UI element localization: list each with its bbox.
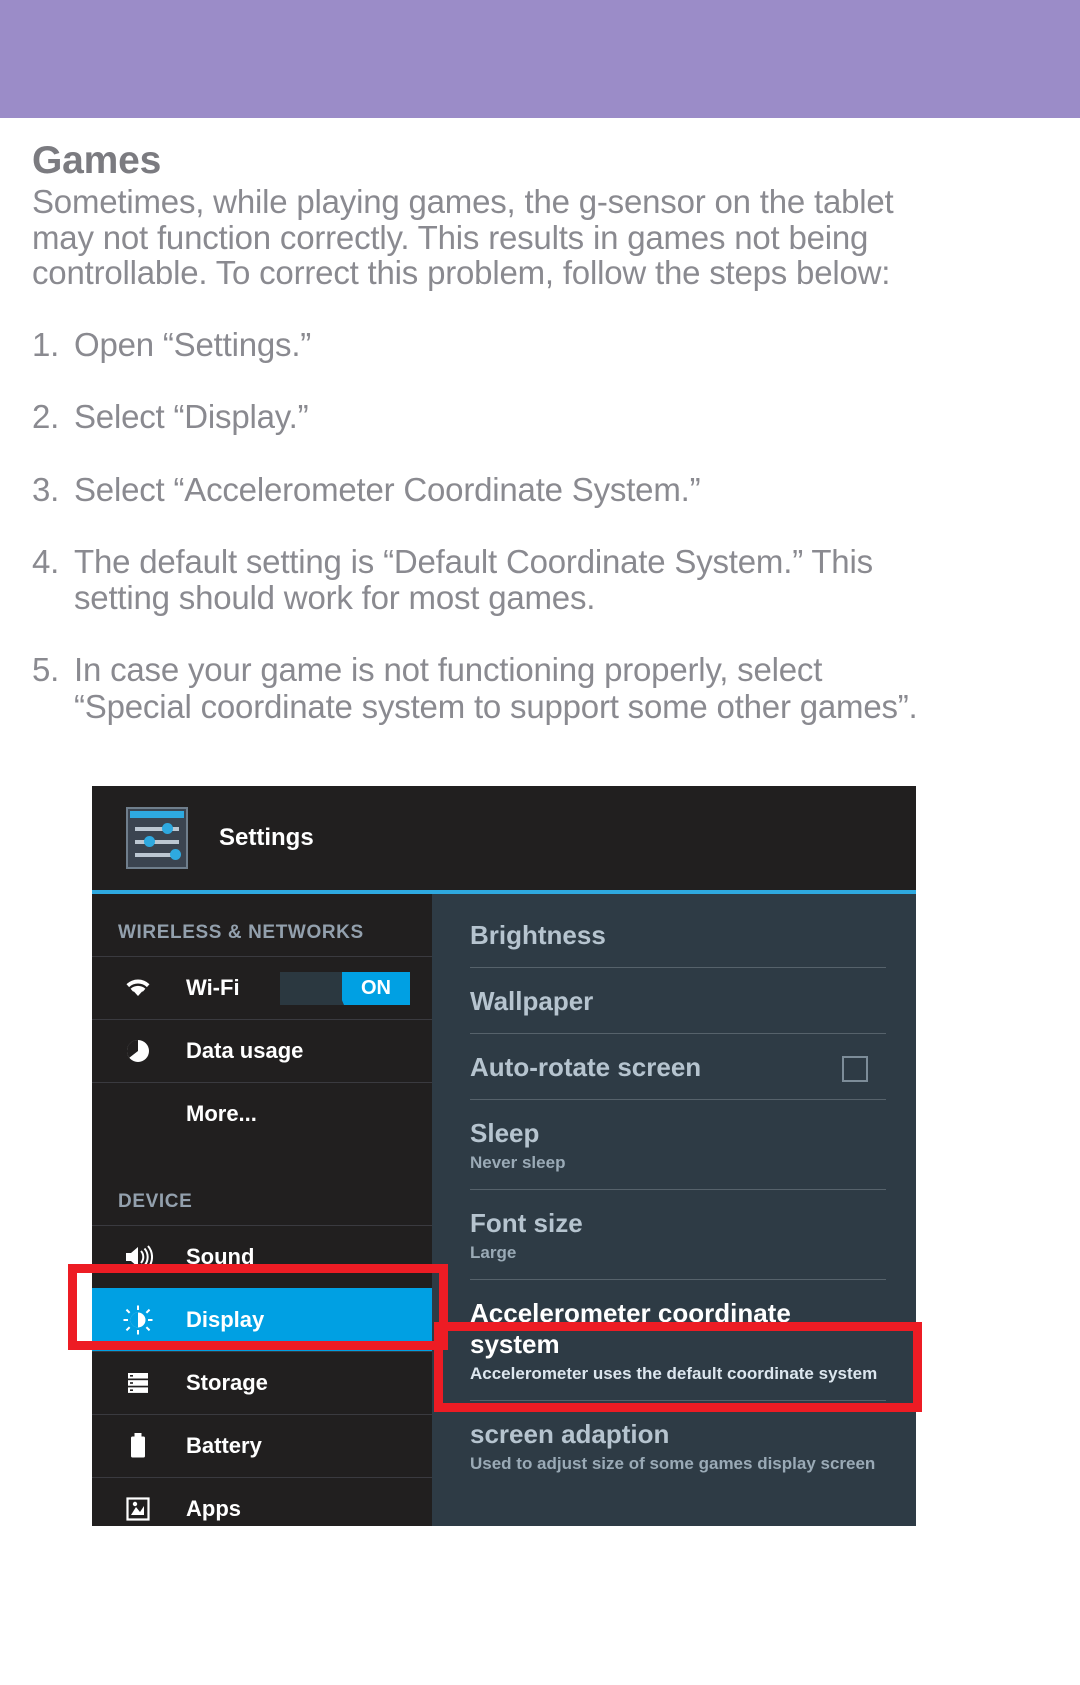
step-line: Select “Display.” bbox=[74, 398, 309, 436]
sidebar-item-label: Apps bbox=[186, 1496, 241, 1521]
storage-icon bbox=[118, 1370, 158, 1396]
setting-title: Accelerometer coordinate system bbox=[470, 1298, 791, 1359]
intro-line: may not function correctly. This results… bbox=[32, 218, 869, 256]
battery-icon bbox=[118, 1432, 158, 1460]
setting-subtitle: Large bbox=[470, 1243, 517, 1262]
sidebar-group-label-wireless: WIRELESS & NETWORKS bbox=[118, 922, 364, 943]
setting-title: Auto-rotate screen bbox=[470, 1052, 702, 1082]
sidebar-group-label-device: DEVICE bbox=[118, 1191, 193, 1212]
list-item: 5. In case your game is not functioning … bbox=[32, 652, 1040, 725]
setting-subtitle: Accelerometer uses the default coordinat… bbox=[470, 1364, 878, 1383]
setting-title: Sleep bbox=[470, 1118, 540, 1148]
list-item: 2. Select “Display.” bbox=[32, 398, 1040, 436]
list-item: 4. The default setting is “Default Coord… bbox=[32, 542, 1040, 617]
step-text: In case your game is not functioning pro… bbox=[74, 652, 1040, 725]
speaker-icon bbox=[118, 1244, 158, 1270]
apps-icon bbox=[118, 1496, 158, 1522]
setting-row-auto-rotate-screen[interactable]: Auto-rotate screen bbox=[470, 1033, 886, 1099]
top-color-band bbox=[0, 0, 1080, 118]
setting-row-sleep[interactable]: Sleep Never sleep bbox=[470, 1099, 886, 1189]
step-line: The default setting is “Default Coordina… bbox=[74, 542, 873, 580]
step-number: 4. bbox=[32, 542, 60, 580]
setting-title: screen adaption bbox=[470, 1419, 670, 1449]
sidebar-item-label: Sound bbox=[186, 1244, 255, 1269]
step-number: 2. bbox=[32, 398, 60, 436]
intro-line: controllable. To correct this problem, f… bbox=[32, 254, 891, 292]
step-text: The default setting is “Default Coordina… bbox=[74, 542, 1040, 617]
sidebar-item-battery[interactable]: Battery bbox=[92, 1414, 432, 1477]
step-line: “Special coordinate system to support so… bbox=[74, 687, 918, 725]
setting-subtitle: Used to adjust size of some games displa… bbox=[470, 1454, 876, 1473]
setting-subtitle: Never sleep bbox=[470, 1153, 566, 1172]
list-item: 3. Select “Accelerometer Coordinate Syst… bbox=[32, 470, 1040, 508]
sidebar-item-label: Data usage bbox=[186, 1038, 304, 1063]
data-usage-icon bbox=[118, 1038, 158, 1064]
step-text: Select “Display.” bbox=[74, 398, 1040, 436]
list-item: 1. Open “Settings.” bbox=[32, 325, 1040, 363]
setting-title: Wallpaper bbox=[470, 986, 594, 1016]
step-number: 3. bbox=[32, 470, 60, 508]
setting-row-brightness[interactable]: Brightness bbox=[470, 894, 886, 967]
step-line: In case your game is not functioning pro… bbox=[74, 651, 823, 689]
sidebar-item-apps[interactable]: Apps bbox=[92, 1477, 432, 1526]
wifi-icon bbox=[118, 976, 158, 1000]
step-line: Select “Accelerometer Coordinate System.… bbox=[74, 470, 701, 508]
step-line: setting should work for most games. bbox=[74, 579, 596, 617]
app-title: Settings bbox=[219, 824, 314, 851]
setting-row-screen-adaption[interactable]: screen adaption Used to adjust size of s… bbox=[470, 1400, 886, 1490]
wifi-toggle[interactable]: ON bbox=[280, 971, 410, 1005]
page-title: Games bbox=[32, 139, 162, 182]
setting-row-font-size[interactable]: Font size Large bbox=[470, 1189, 886, 1279]
sidebar-item-storage[interactable]: Storage bbox=[92, 1351, 432, 1414]
sidebar-item-display[interactable]: Display bbox=[92, 1288, 432, 1351]
setting-row-wallpaper[interactable]: Wallpaper bbox=[470, 967, 886, 1033]
sidebar-item-label: Battery bbox=[186, 1433, 262, 1458]
brightness-icon bbox=[118, 1305, 158, 1335]
sidebar-item-wifi[interactable]: Wi-Fi ON bbox=[92, 956, 432, 1019]
android-settings-screenshot: Settings WIRELESS & NETWORKS Wi-Fi ON Da… bbox=[92, 786, 916, 1526]
settings-sliders-icon bbox=[126, 807, 188, 869]
settings-sidebar: WIRELESS & NETWORKS Wi-Fi ON Data usage … bbox=[92, 894, 432, 1526]
display-settings-pane: Brightness Wallpaper Auto-rotate screen … bbox=[432, 894, 916, 1526]
intro-paragraph: Sometimes, while playing games, the g-se… bbox=[32, 184, 1040, 291]
intro-line: Sometimes, while playing games, the g-se… bbox=[32, 183, 894, 221]
auto-rotate-checkbox[interactable] bbox=[842, 1056, 868, 1082]
sidebar-item-label: Display bbox=[186, 1307, 265, 1332]
step-line: Open “Settings.” bbox=[74, 325, 312, 363]
sidebar-item-label: More... bbox=[186, 1101, 257, 1126]
steps-list: 1. Open “Settings.” 2. Select “Display.”… bbox=[32, 325, 1040, 725]
settings-app-header: Settings bbox=[92, 786, 916, 890]
sidebar-item-data-usage[interactable]: Data usage bbox=[92, 1019, 432, 1082]
setting-title: Font size bbox=[470, 1208, 583, 1238]
setting-title: Brightness bbox=[470, 920, 606, 950]
sidebar-item-label: Storage bbox=[186, 1370, 268, 1395]
step-text: Select “Accelerometer Coordinate System.… bbox=[74, 470, 1040, 508]
wifi-toggle-state: ON bbox=[342, 971, 410, 1005]
step-number: 1. bbox=[32, 325, 60, 363]
sidebar-item-label: Wi-Fi bbox=[186, 975, 240, 1000]
setting-row-accelerometer-coordinate-system[interactable]: Accelerometer coordinate system Accelero… bbox=[470, 1279, 886, 1400]
document-body: Games Sometimes, while playing games, th… bbox=[0, 118, 1080, 725]
sidebar-item-sound[interactable]: Sound bbox=[92, 1225, 432, 1288]
step-number: 5. bbox=[32, 651, 60, 689]
sidebar-item-more[interactable]: More... bbox=[92, 1082, 432, 1145]
step-text: Open “Settings.” bbox=[74, 325, 1040, 363]
